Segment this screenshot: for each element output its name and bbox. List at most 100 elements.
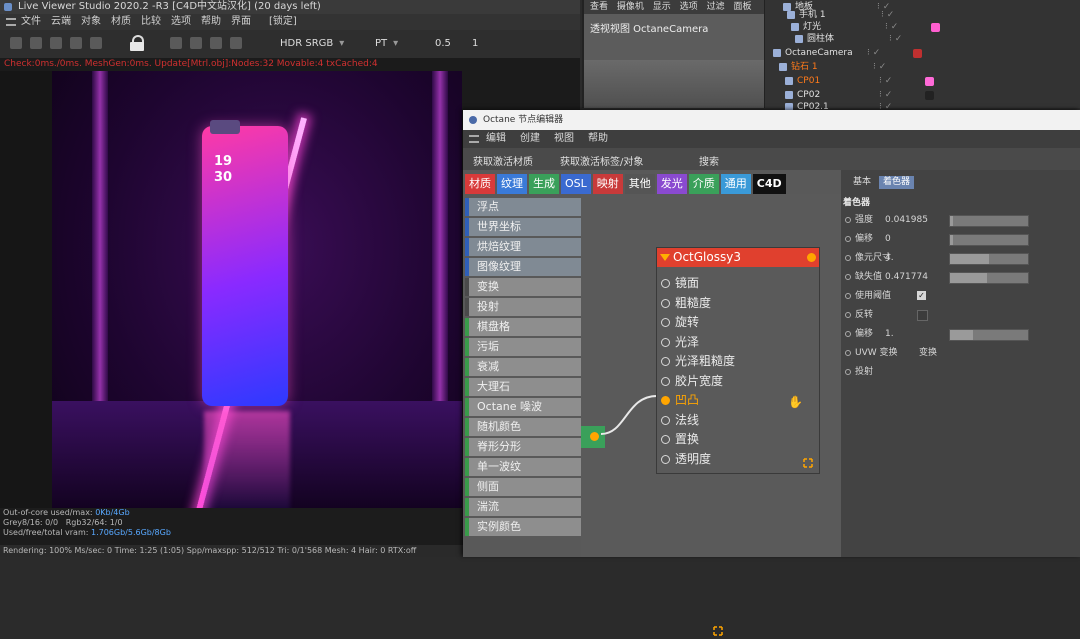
- node-list-item[interactable]: 随机颜色: [465, 418, 581, 436]
- category-tab[interactable]: 发光: [656, 174, 687, 194]
- live-viewer-title-bar[interactable]: Live Viewer Studio 2020.2 -R3 [C4D中文站汉化]…: [0, 0, 580, 14]
- node-list-item[interactable]: 烘焙纹理: [465, 238, 581, 256]
- value-slider[interactable]: [949, 215, 1029, 227]
- collapse-triangle-icon[interactable]: [660, 254, 670, 261]
- ne-menu-help[interactable]: 帮助: [581, 130, 615, 148]
- object-row[interactable]: 圆柱体 ⁝ ✓: [795, 32, 902, 46]
- clay-mode-icon[interactable]: [210, 37, 222, 49]
- attribute-checkbox[interactable]: ✓: [917, 291, 926, 300]
- object-row[interactable]: 钻石 1 ⁝ ✓: [779, 60, 886, 74]
- vp-menu-filter[interactable]: 过滤: [707, 2, 725, 12]
- value-slider[interactable]: [949, 253, 1029, 265]
- value-field-a[interactable]: 0.5: [435, 38, 451, 49]
- node-output-port[interactable]: [807, 253, 816, 262]
- category-tab[interactable]: 纹理: [497, 174, 527, 194]
- ne-menu-edit[interactable]: 编辑: [479, 130, 513, 148]
- attribute-value[interactable]: 0: [885, 231, 891, 247]
- attribute-value[interactable]: 4.: [885, 250, 894, 266]
- lv-menu-compare[interactable]: 比较: [136, 14, 166, 30]
- node-input-port[interactable]: 旋转: [657, 313, 699, 332]
- node-input-port[interactable]: 法线: [657, 411, 699, 430]
- node-input-port[interactable]: 胶片宽度: [657, 372, 723, 391]
- node-list-item[interactable]: 单一波纹: [465, 458, 581, 476]
- animate-toggle-icon[interactable]: [845, 311, 851, 318]
- ne-menu-view[interactable]: 视图: [547, 130, 581, 148]
- port-socket-icon[interactable]: [661, 337, 670, 347]
- value-field-b[interactable]: 1: [472, 38, 478, 49]
- port-socket-icon[interactable]: [661, 435, 670, 444]
- kernel-select[interactable]: PT ▾: [375, 38, 398, 49]
- lv-menu-interface[interactable]: 界面: [226, 14, 256, 30]
- port-socket-icon[interactable]: [661, 454, 670, 464]
- node-list-item[interactable]: 棋盘格: [465, 318, 581, 336]
- node-input-port[interactable]: 凹凸: [657, 391, 699, 410]
- category-tab[interactable]: 材质: [465, 174, 495, 194]
- category-tab[interactable]: 映射: [592, 174, 623, 194]
- resize-grip-icon[interactable]: [713, 626, 723, 636]
- port-socket-icon[interactable]: [661, 357, 670, 366]
- port-socket-icon[interactable]: [661, 318, 670, 327]
- attribute-value[interactable]: 变换: [919, 345, 937, 361]
- animate-toggle-icon[interactable]: [845, 273, 851, 280]
- save-image-icon[interactable]: [230, 37, 242, 49]
- node-input-port[interactable]: 镜面: [657, 274, 699, 293]
- render-view[interactable]: 19 30: [52, 71, 462, 511]
- value-slider[interactable]: [949, 234, 1029, 246]
- octglossy-node[interactable]: OctGlossy3 镜面 粗糙度 旋转 光泽 光泽粗糙度 胶片宽度 凹凸 法线 置换 透明度: [656, 247, 820, 474]
- object-row[interactable]: OctaneCamera ⁝ ✓: [773, 46, 922, 60]
- restart-render-icon[interactable]: [30, 37, 42, 49]
- attribute-value[interactable]: 0.041985: [885, 212, 928, 228]
- perspective-viewport[interactable]: 查看 摄像机 显示 选项 过滤 面板 透视视图 OctaneCamera: [582, 0, 766, 108]
- category-tab[interactable]: C4D: [752, 174, 786, 194]
- animate-toggle-icon[interactable]: [845, 330, 851, 337]
- search-button[interactable]: 搜索: [699, 153, 719, 168]
- output-port[interactable]: [590, 432, 599, 441]
- lv-menu-material[interactable]: 材质: [106, 14, 136, 30]
- vp-menu-options[interactable]: 选项: [680, 2, 698, 12]
- lv-menu-file[interactable]: 文件: [16, 14, 46, 30]
- node-list-item[interactable]: 污垢: [465, 338, 581, 356]
- category-tab[interactable]: OSL: [561, 174, 591, 194]
- node-list-item[interactable]: 实例颜色: [465, 518, 581, 536]
- node-list-item[interactable]: Octane 噪波: [465, 398, 581, 416]
- node-list-item[interactable]: 大理石: [465, 378, 581, 396]
- attribute-checkbox[interactable]: [917, 310, 928, 321]
- object-row[interactable]: CP01 ⁝ ✓: [785, 74, 934, 88]
- node-input-port[interactable]: 光泽: [657, 333, 699, 352]
- attribute-value[interactable]: 0.471774: [885, 269, 928, 285]
- lv-menu-cloud[interactable]: 云端: [46, 14, 76, 30]
- port-socket-icon[interactable]: [661, 396, 670, 405]
- value-slider[interactable]: [949, 272, 1029, 284]
- get-active-material-button[interactable]: 获取激活材质: [473, 153, 533, 168]
- node-input-port[interactable]: 置换: [657, 430, 699, 449]
- color-mode-select[interactable]: HDR SRGB ▾: [280, 38, 344, 49]
- node-editor-title-bar[interactable]: Octane 节点编辑器: [463, 110, 1080, 130]
- animate-toggle-icon[interactable]: [845, 368, 851, 375]
- region-render-icon[interactable]: [90, 37, 102, 49]
- node-list-item[interactable]: 湍流: [465, 498, 581, 516]
- port-socket-icon[interactable]: [661, 279, 670, 288]
- animate-toggle-icon[interactable]: [845, 254, 851, 261]
- pick-material-icon[interactable]: [190, 37, 202, 49]
- lv-menu-options[interactable]: 选项: [166, 14, 196, 30]
- node-list-item[interactable]: 脊形分形: [465, 438, 581, 456]
- node-input-port[interactable]: 透明度: [657, 450, 711, 469]
- node-list-item[interactable]: 图像纹理: [465, 258, 581, 276]
- lv-menu-lock[interactable]: [锁定]: [264, 14, 302, 30]
- node-input-port[interactable]: 粗糙度: [657, 294, 711, 313]
- send-scene-icon[interactable]: [10, 37, 22, 49]
- node-input-port[interactable]: 光泽粗糙度: [657, 352, 735, 371]
- lv-menu-help[interactable]: 帮助: [196, 14, 226, 30]
- port-socket-icon[interactable]: [661, 415, 670, 425]
- animate-toggle-icon[interactable]: [845, 292, 851, 299]
- node-header[interactable]: OctGlossy3: [657, 248, 819, 267]
- pick-focus-icon[interactable]: [170, 37, 182, 49]
- stop-render-icon[interactable]: [70, 37, 82, 49]
- port-socket-icon[interactable]: [661, 298, 670, 308]
- category-tab[interactable]: 其他: [624, 174, 655, 194]
- tab-basic[interactable]: 基本: [849, 176, 875, 189]
- animate-toggle-icon[interactable]: [845, 216, 851, 223]
- vp-menu-panel[interactable]: 面板: [733, 2, 751, 12]
- node-list-item[interactable]: 衰减: [465, 358, 581, 376]
- vp-menu-display[interactable]: 显示: [653, 2, 671, 12]
